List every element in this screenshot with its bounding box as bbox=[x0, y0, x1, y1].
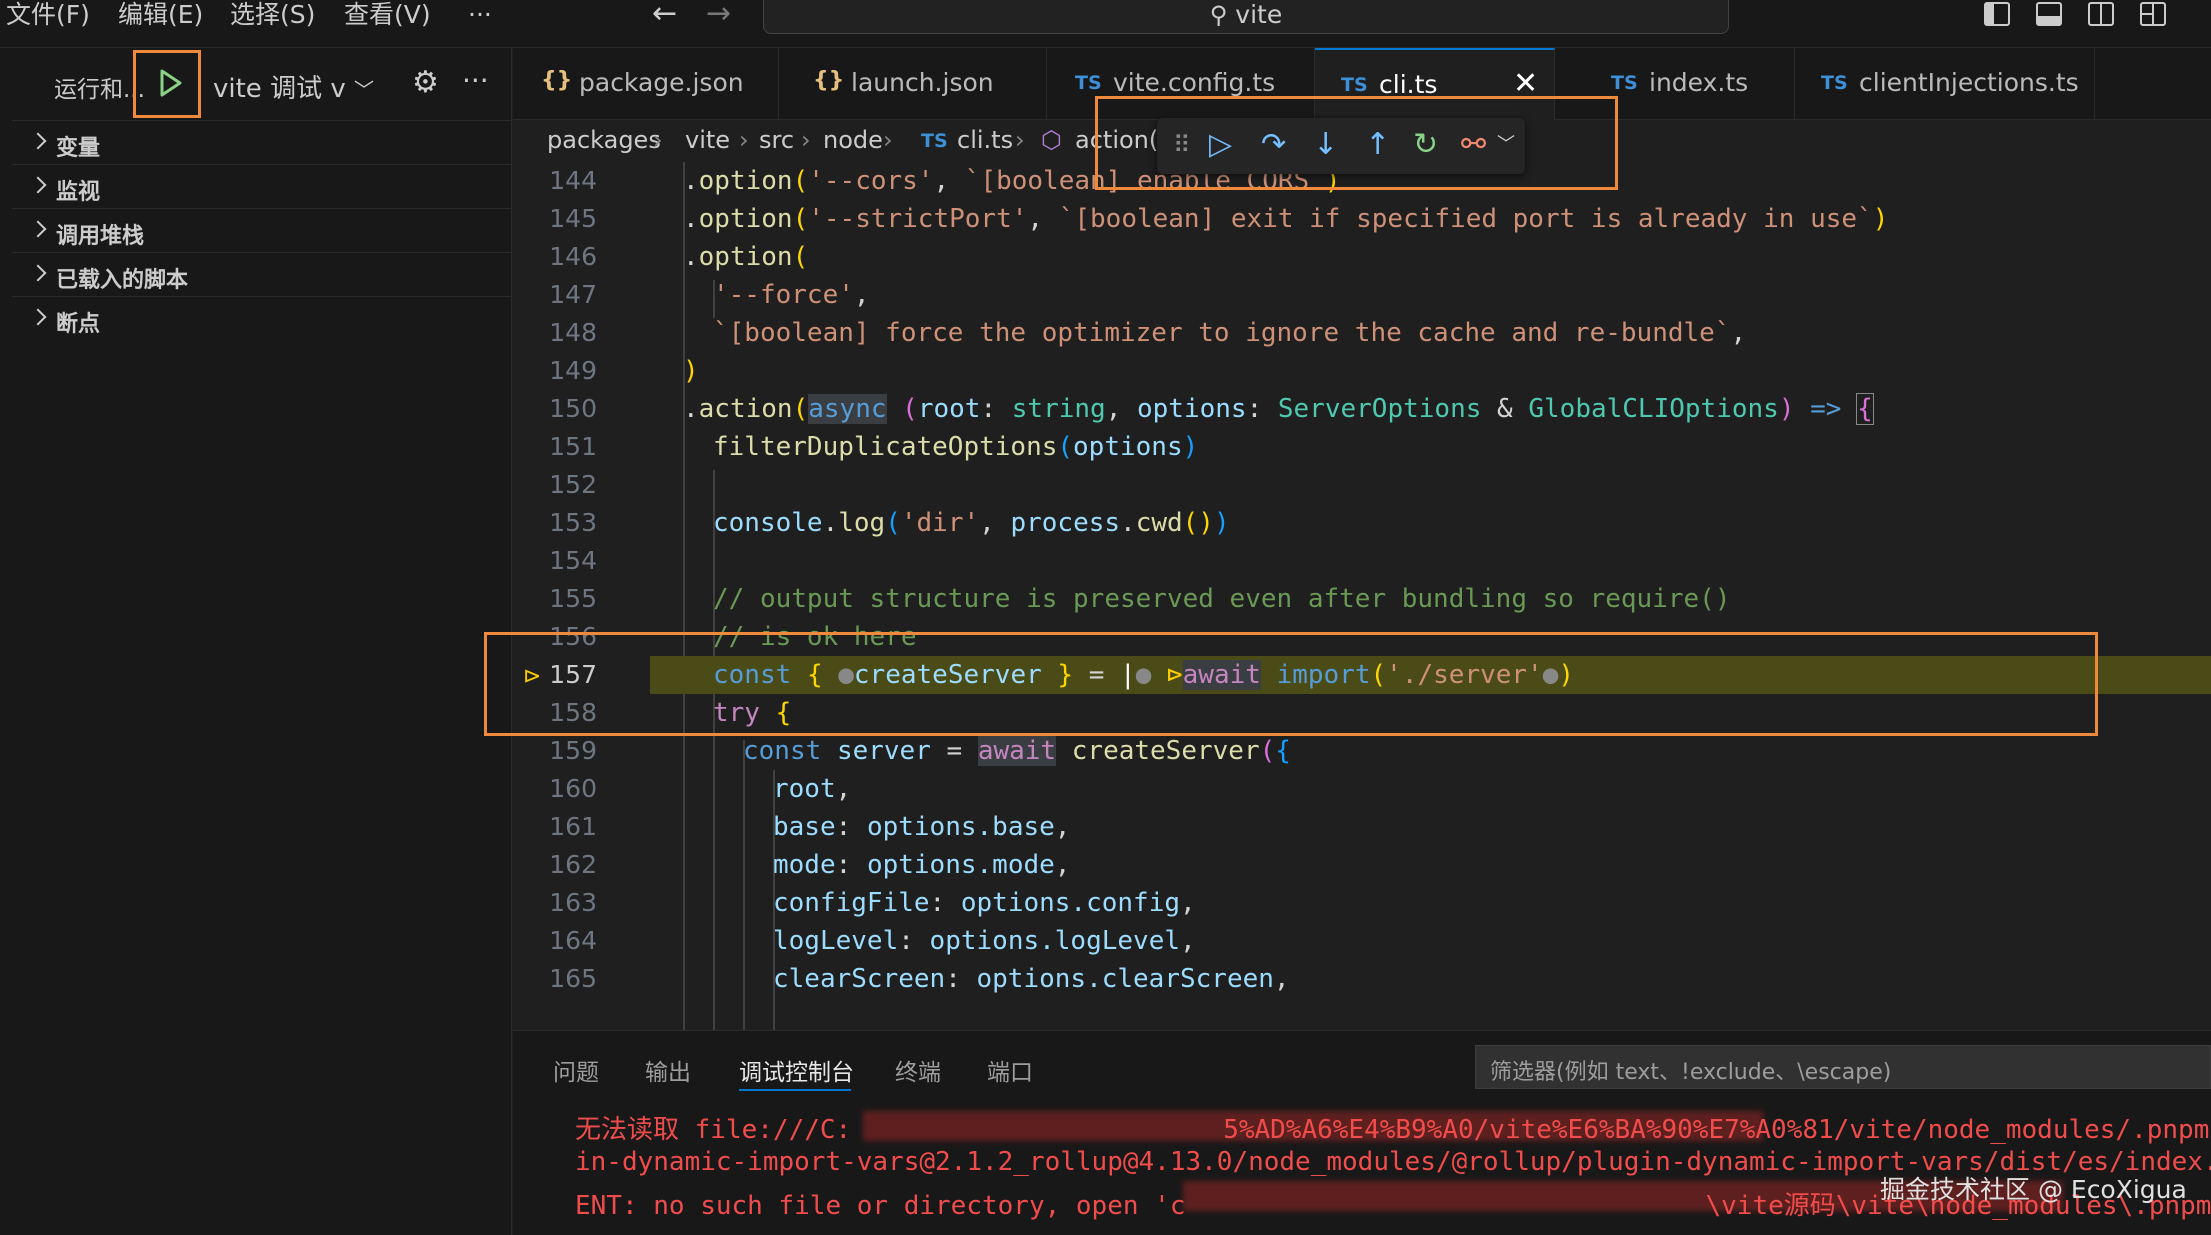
chevron-right-icon bbox=[29, 264, 47, 282]
search-icon: ⚲ bbox=[1209, 1, 1228, 29]
section-call-stack[interactable]: 调用堆栈 bbox=[12, 208, 512, 252]
menu-select[interactable]: 选择(S) bbox=[230, 0, 315, 32]
chevron-right-icon bbox=[29, 220, 47, 238]
chevron-right-icon: › bbox=[1015, 126, 1025, 154]
activity-bar bbox=[0, 48, 12, 1235]
title-bar: 文件(F) 编辑(E) 选择(S) 查看(V) ··· ← → ⚲ vite bbox=[0, 0, 2211, 48]
chevron-right-icon: › bbox=[739, 126, 749, 154]
json-file-icon: {} bbox=[813, 68, 845, 93]
highlight-box-breakpoint-line bbox=[484, 632, 2098, 736]
tab-problems[interactable]: 问题 bbox=[553, 1053, 599, 1087]
chevron-right-icon bbox=[29, 308, 47, 326]
menu-more[interactable]: ··· bbox=[468, 0, 492, 32]
breadcrumb-item[interactable]: node bbox=[823, 126, 883, 154]
code-line: 162 mode: options.mode, bbox=[549, 850, 1071, 880]
menu-view[interactable]: 查看(V) bbox=[344, 0, 431, 32]
debug-config-select[interactable]: vite 调试 v ﹀ bbox=[213, 68, 374, 105]
watermark: 掘金技术社区 @ EcoXigua bbox=[1880, 1175, 2187, 1204]
code-line: 163 configFile: options.config, bbox=[549, 888, 1196, 918]
debug-console-filter-input[interactable]: 筛选器(例如 text、!exclude、\escape) bbox=[1475, 1045, 2211, 1089]
typescript-file-icon: TS bbox=[1611, 72, 1638, 94]
json-file-icon: {} bbox=[541, 68, 573, 93]
toggle-secondary-sidebar-icon[interactable] bbox=[2088, 2, 2114, 26]
tab-output[interactable]: 输出 bbox=[645, 1053, 691, 1087]
typescript-file-icon: TS bbox=[1821, 72, 1848, 94]
section-breakpoints[interactable]: 断点 bbox=[12, 296, 512, 340]
chevron-right-icon: › bbox=[653, 126, 663, 154]
tab-client-injections-ts[interactable]: TS clientInjections.ts bbox=[1795, 48, 2095, 120]
highlight-box-debug-toolbar bbox=[1095, 96, 1618, 190]
forward-arrow-icon[interactable]: → bbox=[706, 0, 731, 29]
toggle-panel-icon[interactable] bbox=[2036, 2, 2062, 26]
code-line: 152 bbox=[549, 470, 597, 499]
code-line: 146 .option( bbox=[549, 242, 809, 272]
code-line: 148 `[boolean] force the optimizer to ig… bbox=[549, 318, 1747, 348]
tab-terminal[interactable]: 终端 bbox=[895, 1053, 941, 1087]
toggle-primary-sidebar-icon[interactable] bbox=[1984, 2, 2010, 26]
code-line: 150 .action(async (root: string, options… bbox=[549, 393, 1874, 425]
tab-debug-console[interactable]: 调试控制台 bbox=[739, 1053, 854, 1087]
console-output-line: 无法读取 file:///C: 5%AD%A6%E4%B9%A0/vite%E6%… bbox=[575, 1115, 2210, 1145]
run-debug-label: 运行和... bbox=[54, 77, 145, 103]
code-line: 161 base: options.base, bbox=[549, 812, 1071, 842]
code-line: 154 bbox=[549, 546, 597, 575]
run-debug-sidebar: 运行和... vite 调试 v ﹀ ⚙ ··· 变量 监视 调用堆栈 已载入的… bbox=[12, 48, 512, 1235]
code-line: 149 ) bbox=[549, 356, 699, 386]
chevron-right-icon bbox=[29, 132, 47, 150]
symbol-method-icon: ⬡ bbox=[1041, 126, 1062, 154]
tab-launch-json[interactable]: {} launch.json bbox=[779, 48, 1047, 120]
code-line: 147 '--force', bbox=[549, 280, 870, 310]
section-variables[interactable]: 变量 bbox=[12, 120, 512, 164]
tab-ports[interactable]: 端口 bbox=[987, 1053, 1033, 1087]
back-arrow-icon[interactable]: ← bbox=[652, 0, 677, 29]
active-tab-indicator bbox=[739, 1089, 851, 1091]
code-line: 165 clearScreen: options.clearScreen, bbox=[549, 964, 1290, 994]
section-loaded-scripts[interactable]: 已载入的脚本 bbox=[12, 252, 512, 296]
tab-package-json[interactable]: {} package.json bbox=[513, 48, 779, 120]
more-actions-icon[interactable]: ··· bbox=[462, 64, 489, 97]
gear-icon[interactable]: ⚙ bbox=[412, 68, 439, 98]
code-line: 145 .option('--strictPort', `[boolean] e… bbox=[549, 204, 1889, 234]
typescript-file-icon: TS bbox=[1341, 74, 1368, 96]
section-watch[interactable]: 监视 bbox=[12, 164, 512, 208]
code-line: 153 console.log('dir', process.cwd()) bbox=[549, 508, 1230, 538]
chevron-right-icon: › bbox=[883, 126, 893, 154]
breadcrumb-item[interactable]: src bbox=[759, 126, 794, 154]
run-debug-header: 运行和... vite 调试 v ﹀ ⚙ ··· bbox=[12, 48, 512, 120]
start-debugging-icon[interactable] bbox=[159, 68, 183, 98]
code-line: 155 // output structure is preserved eve… bbox=[549, 584, 1731, 614]
menu-edit[interactable]: 编辑(E) bbox=[118, 0, 203, 32]
command-center-label: vite bbox=[1235, 0, 1283, 29]
typescript-file-icon: TS bbox=[921, 130, 948, 152]
code-line: 159 const server = await createServer({ bbox=[549, 736, 1291, 766]
code-line: 160 root, bbox=[549, 774, 852, 804]
chevron-down-icon: ﹀ bbox=[353, 78, 374, 102]
breadcrumb-item[interactable]: packages bbox=[547, 126, 661, 154]
command-center[interactable]: ⚲ vite bbox=[763, 0, 1729, 34]
breadcrumb-file[interactable]: cli.ts bbox=[957, 126, 1013, 154]
code-line: 151 filterDuplicateOptions(options) bbox=[549, 432, 1199, 462]
code-line: 164 logLevel: options.logLevel, bbox=[549, 926, 1196, 956]
breadcrumb-item[interactable]: vite bbox=[685, 126, 730, 154]
typescript-file-icon: TS bbox=[1075, 72, 1102, 94]
chevron-right-icon: › bbox=[801, 126, 811, 154]
chevron-right-icon bbox=[29, 176, 47, 194]
customize-layout-icon[interactable] bbox=[2140, 2, 2166, 26]
code-editor[interactable]: 144 .option('--cors', `[boolean] enable … bbox=[513, 162, 2211, 1030]
menu-file[interactable]: 文件(F) bbox=[6, 0, 90, 32]
